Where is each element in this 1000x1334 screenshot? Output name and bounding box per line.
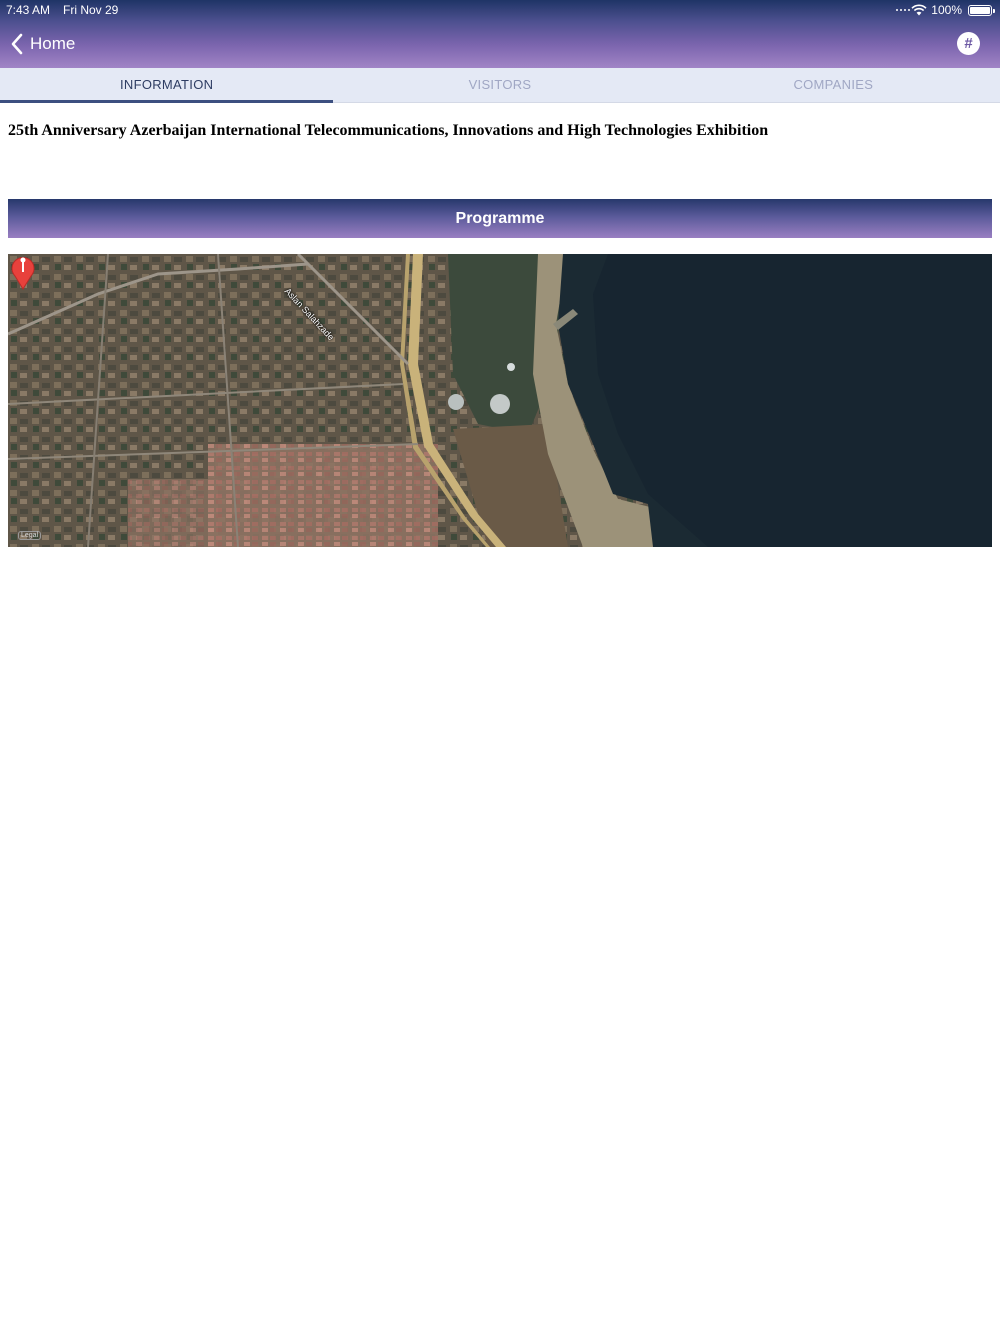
map-pin-icon[interactable]: [8, 254, 38, 290]
multitasking-dots-icon: [896, 9, 910, 11]
status-time: 7:43 AM: [6, 3, 51, 17]
wifi-icon: [911, 4, 927, 16]
tab-bar: INFORMATION VISITORS COMPANIES: [0, 68, 1000, 103]
event-title: 25th Anniversary Azerbaijan Internationa…: [8, 122, 769, 139]
tab-companies[interactable]: COMPANIES: [667, 68, 1000, 102]
hashtag-button[interactable]: #: [957, 32, 980, 55]
back-button[interactable]: Home: [10, 30, 75, 58]
satellite-map[interactable]: Aslan Salahzade Legal: [8, 254, 992, 547]
chevron-left-icon: [11, 33, 23, 55]
status-bar: 7:43 AM Fri Nov 29 100%: [0, 0, 1000, 20]
map-legal-link[interactable]: Legal: [18, 531, 42, 540]
status-date: Fri Nov 29: [63, 3, 119, 17]
programme-button[interactable]: Programme: [8, 199, 992, 238]
tab-information[interactable]: INFORMATION: [0, 68, 334, 103]
hashtag-icon: #: [964, 35, 973, 52]
battery-percent: 100%: [931, 3, 962, 17]
back-button-label: Home: [30, 34, 76, 53]
battery-icon: [968, 4, 995, 16]
navigation-header: 7:43 AM Fri Nov 29 100% Home #: [0, 0, 1000, 68]
tab-visitors[interactable]: VISITORS: [333, 68, 666, 102]
map-imagery: [8, 254, 992, 547]
